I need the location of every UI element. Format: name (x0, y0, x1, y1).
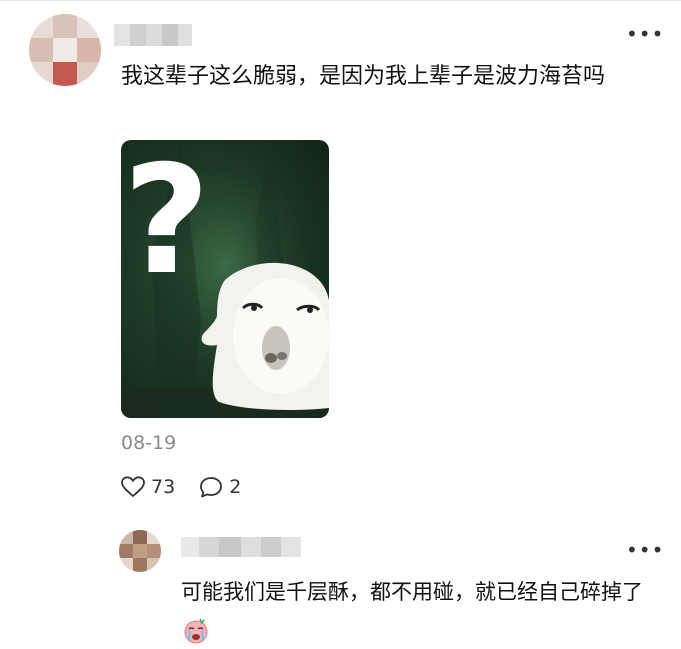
reply-count: 2 (229, 476, 242, 498)
meme-illustration: ? (121, 140, 329, 418)
comment-more-icon[interactable]: ••• (626, 24, 664, 44)
comment-actions: 73 2 (121, 476, 265, 498)
comment-avatar[interactable] (29, 14, 101, 86)
comment-bubble-icon (200, 477, 223, 498)
reply-text: 可能我们是千层酥，都不用碰，就已经自己碎掉了 (181, 580, 643, 604)
heart-icon (121, 476, 145, 498)
comment-text: 我这辈子这么脆弱，是因为我上辈子是波力海苔吗 (121, 64, 606, 89)
like-count: 73 (151, 476, 176, 498)
comment-image[interactable]: ? (121, 140, 329, 418)
like-button[interactable]: 73 (121, 476, 175, 498)
question-mark: ? (123, 140, 210, 308)
comment-date: 08-19 (121, 432, 177, 454)
comment-username[interactable] (114, 24, 192, 46)
reply-button[interactable]: 2 (199, 476, 241, 498)
reply-username[interactable] (181, 537, 301, 557)
reply-text-block: 可能我们是千层酥，都不用碰，就已经自己碎掉了 (181, 573, 661, 649)
reply-avatar[interactable] (119, 530, 161, 572)
reply-more-icon[interactable]: ••• (626, 540, 664, 560)
top-divider (0, 0, 681, 1)
crying-face-emoji-icon (184, 618, 208, 644)
